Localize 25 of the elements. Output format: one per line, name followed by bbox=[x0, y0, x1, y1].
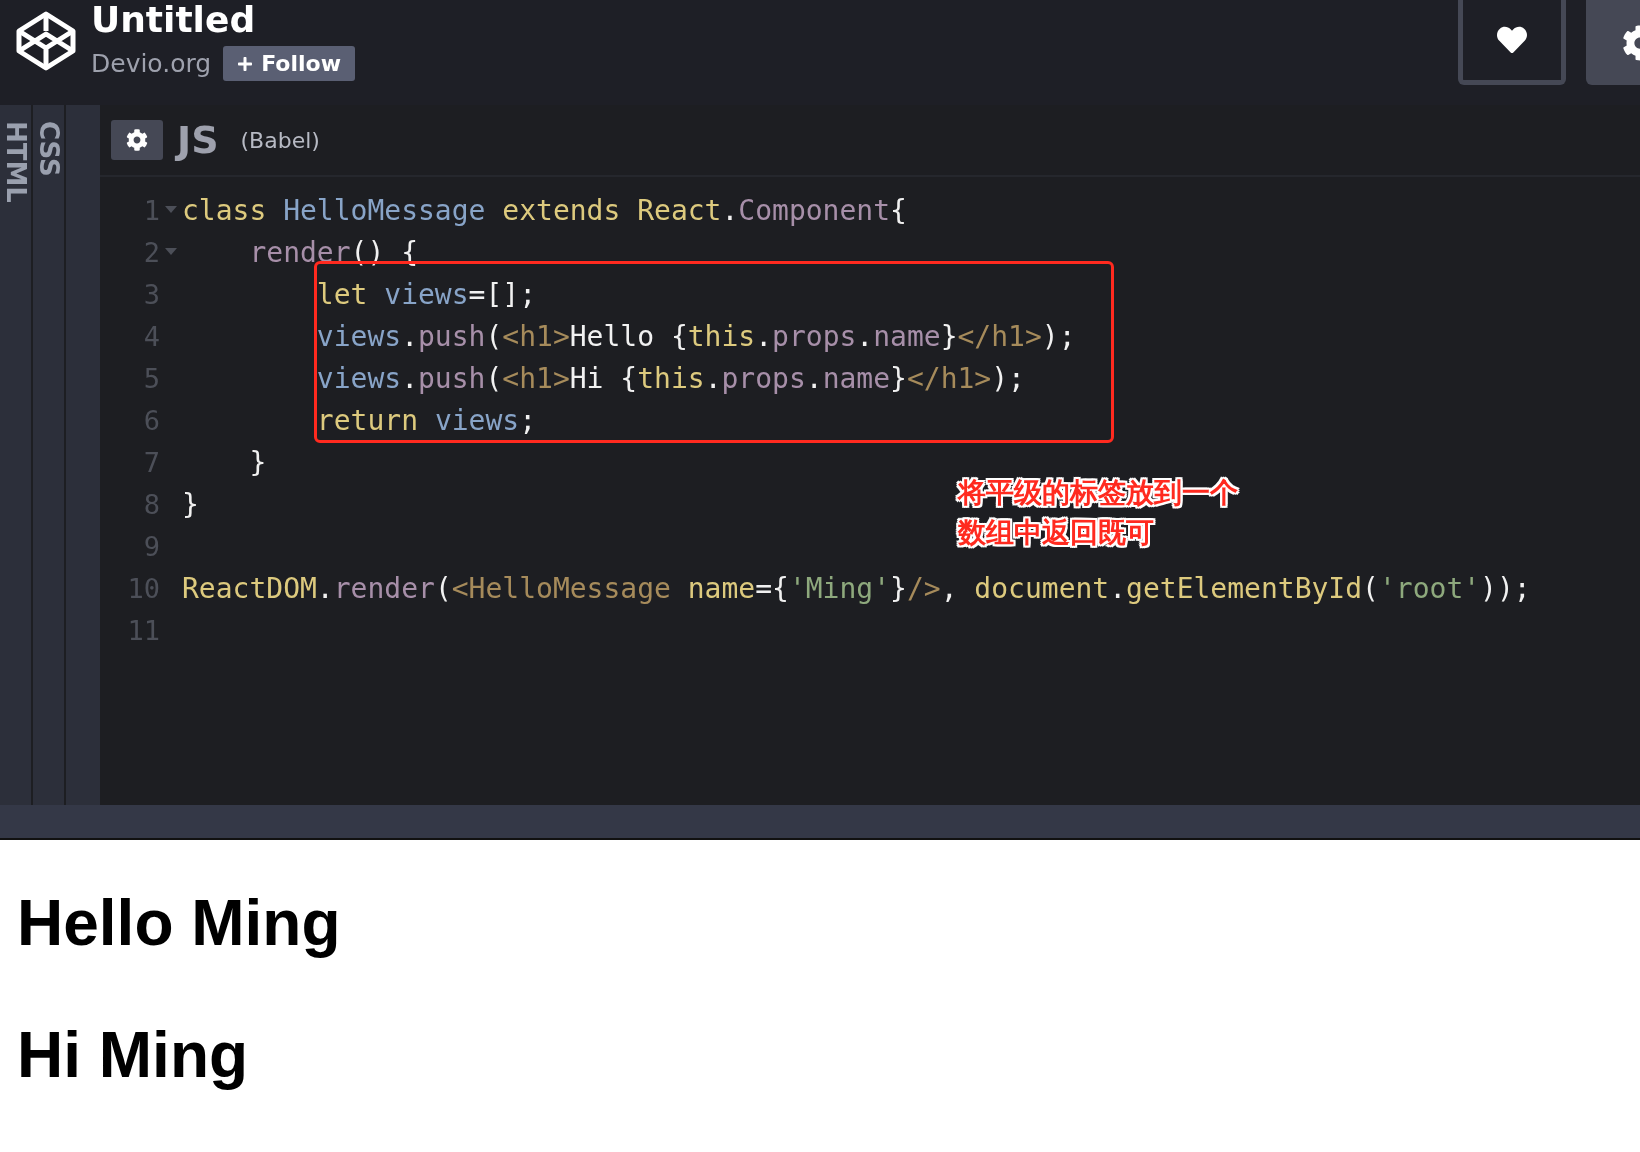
settings-button[interactable] bbox=[1586, 0, 1640, 85]
follow-button[interactable]: Follow bbox=[223, 46, 355, 81]
heart-button[interactable] bbox=[1458, 0, 1566, 85]
side-tab[interactable]: CSS bbox=[33, 105, 66, 805]
code-line: } bbox=[182, 487, 199, 521]
preview-heading: Hi Ming bbox=[17, 1020, 250, 1090]
settings-button[interactable] bbox=[111, 120, 163, 160]
annotation-text: 将平级的标签放到一个数组中返回既可 bbox=[958, 475, 1239, 551]
code-line: views.push(<h1>Hello {this.props.name}</h1>); bbox=[315, 319, 1076, 353]
pen-title: Untitled bbox=[91, 0, 257, 40]
code-line: return views; bbox=[315, 403, 537, 437]
code-line: ReactDOM.render(<HelloMessage name={'Ming'}/>, document.getElementById('root')); bbox=[182, 571, 1531, 605]
gear-icon bbox=[126, 129, 148, 151]
heart-icon bbox=[1497, 25, 1527, 55]
plus-icon bbox=[237, 55, 254, 72]
language-label: JS bbox=[177, 118, 219, 162]
cube-logo-icon bbox=[15, 10, 77, 72]
owner-name[interactable]: Devio.org bbox=[91, 49, 212, 78]
preprocessor-label: (Babel) bbox=[240, 127, 320, 153]
code-line: } bbox=[248, 445, 267, 479]
code-line: views.push(<h1>Hi {this.props.name}</h1>); bbox=[315, 361, 1025, 395]
code-line: let views=[]; bbox=[315, 277, 537, 311]
preview-heading: Hello Ming bbox=[17, 888, 342, 958]
side-tab[interactable]: HTML bbox=[0, 105, 33, 805]
code-line: class HelloMessage extends React.Component{ bbox=[182, 193, 907, 227]
